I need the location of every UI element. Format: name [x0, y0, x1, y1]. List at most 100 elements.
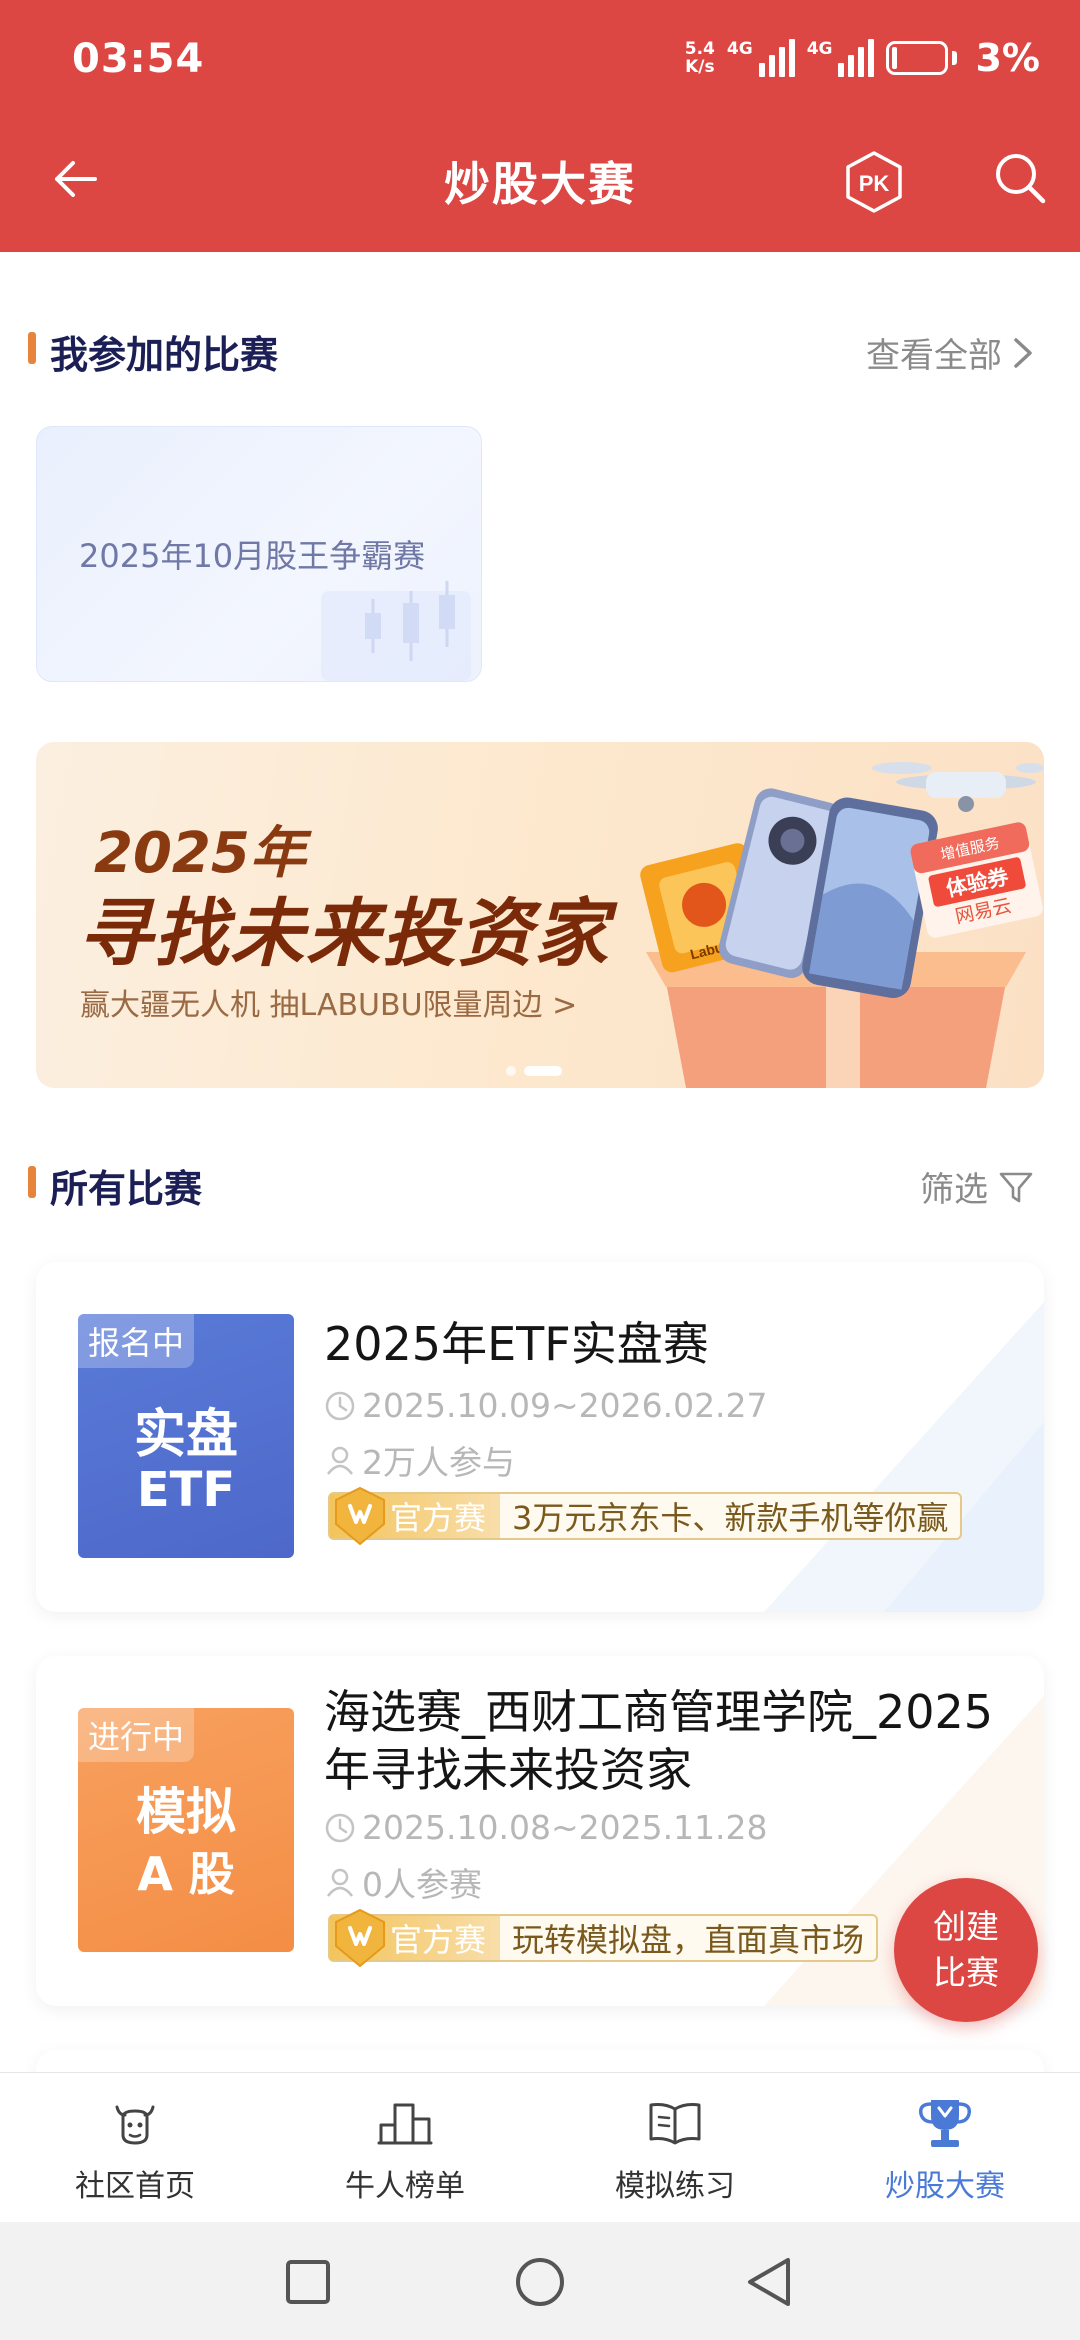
official-label: 官方赛 — [390, 1921, 487, 1959]
thumbnail-line1: 实盘 — [133, 1405, 238, 1465]
banner-subtitle: 赢大疆无人机 抽LABUBU限量周边 > — [80, 988, 578, 1023]
contest-card[interactable]: 实盘 ETF 报名中 2025年ETF实盘赛 2025.10.09~2026.0… — [36, 1262, 1044, 1612]
pk-icon: PK — [846, 151, 902, 213]
promo-text: 3万元京东卡、新款手机等你赢 — [512, 1499, 949, 1537]
tab-label: 牛人榜单 — [345, 2169, 465, 2204]
contest-title-line1: 海选赛_西财工商管理学院_2025 — [324, 1685, 994, 1739]
page-title: 炒股大赛 — [444, 157, 636, 211]
banner-pagination — [506, 1066, 562, 1076]
create-contest-line1: 创建 — [933, 1907, 999, 1946]
thumbnail-line2: A 股 — [137, 1847, 235, 1901]
status-time: 03:54 — [72, 36, 205, 82]
official-badge: 官方赛 — [330, 1908, 501, 1968]
filter-label: 筛选 — [920, 1170, 988, 1210]
recents-button[interactable] — [280, 2254, 336, 2310]
filter-button[interactable]: 筛选 — [920, 1162, 1034, 1211]
system-back-button[interactable] — [742, 2254, 798, 2310]
all-contests-title: 所有比赛 — [50, 1167, 203, 1211]
cow-icon — [107, 2095, 163, 2151]
candlestick-icon — [321, 581, 471, 681]
tab-simulation[interactable]: 模拟练习 — [540, 2073, 810, 2223]
contest-thumbnail: 模拟 A 股 进行中 — [78, 1708, 294, 1952]
bottom-tab-bar: 社区首页 牛人榜单 模拟练习 炒股大赛 — [0, 2072, 1080, 2222]
participants-text: 2万人参与 — [362, 1443, 515, 1482]
network-speed: 5.4 K/s — [685, 40, 715, 76]
promo-text: 玩转模拟盘，直面真市场 — [512, 1921, 865, 1959]
book-icon — [647, 2095, 703, 2151]
search-icon — [996, 154, 1046, 204]
pagination-dot-active — [524, 1066, 562, 1076]
contest-dates: 2025.10.08~2025.11.28 — [324, 1808, 768, 1847]
system-navigation-bar — [0, 2222, 1080, 2340]
podium-icon — [377, 2095, 433, 2151]
signal-2-label: 4G — [806, 39, 833, 59]
promo-banner[interactable]: 2025年 寻找未来投资家 赢大疆无人机 抽LABUBU限量周边 > Labub… — [36, 742, 1044, 1088]
pagination-dot — [506, 1066, 516, 1076]
trophy-icon — [917, 2095, 973, 2151]
tab-leaderboard[interactable]: 牛人榜单 — [270, 2073, 540, 2223]
tab-label: 炒股大赛 — [885, 2169, 1005, 2204]
tab-label: 社区首页 — [75, 2169, 195, 2204]
triangle-back-icon — [748, 2258, 790, 2306]
signal-2-icon: 4G — [807, 39, 875, 77]
view-all-link[interactable]: 查看全部 — [866, 328, 1034, 377]
thumbnail-line2: ETF — [136, 1462, 236, 1518]
my-contests-title: 我参加的比赛 — [50, 333, 279, 377]
app-screen: 03:54 5.4 K/s 4G 4G 3% 炒股大赛 PK 我参加的比赛 查看… — [0, 0, 1080, 2340]
clock-icon — [325, 1813, 355, 1842]
battery-level: 3% — [975, 36, 1040, 80]
section-accent-bar — [28, 1166, 36, 1198]
header: 03:54 5.4 K/s 4G 4G 3% 炒股大赛 PK — [0, 0, 1080, 252]
contest-title-line2: 年寻找未来投资家 — [324, 1743, 692, 1797]
circle-icon — [516, 2258, 564, 2306]
participants-text: 0人参赛 — [362, 1865, 482, 1904]
official-promo: 官方赛 3万元京东卡、新款手机等你赢 — [328, 1486, 963, 1546]
create-contest-button[interactable]: 创建 比赛 — [894, 1878, 1038, 2022]
square-icon — [286, 2260, 330, 2304]
contest-card[interactable]: 模拟 A 股 进行中 海选赛_西财工商管理学院_2025 年寻找未来投资家 20… — [36, 1656, 1044, 2006]
status-bar: 03:54 5.4 K/s 4G 4G 3% — [0, 0, 1080, 120]
view-all-label: 查看全部 — [866, 336, 1002, 376]
contest-title: 2025年ETF实盘赛 — [324, 1317, 709, 1371]
create-contest-line2: 比赛 — [933, 1953, 999, 1992]
person-icon — [327, 1868, 353, 1897]
shield-icon — [335, 1908, 385, 1968]
clock-icon — [325, 1391, 355, 1420]
signal-1-icon: 4G — [727, 39, 795, 77]
network-speed-unit: K/s — [685, 57, 715, 77]
shield-icon — [335, 1486, 385, 1546]
contest-participants: 2万人参与 — [324, 1436, 515, 1484]
official-label: 官方赛 — [390, 1499, 487, 1537]
my-contest-card[interactable]: 2025年10月股王争霸赛 — [36, 426, 482, 682]
dates-text: 2025.10.09~2026.02.27 — [362, 1386, 768, 1425]
dates-text: 2025.10.08~2025.11.28 — [362, 1808, 768, 1847]
home-button[interactable] — [512, 2254, 568, 2310]
tab-stock-contest[interactable]: 炒股大赛 — [810, 2073, 1080, 2223]
filter-icon — [999, 1172, 1033, 1202]
battery-icon — [886, 41, 958, 75]
nav-bar: 炒股大赛 PK — [0, 120, 1080, 252]
contest-dates: 2025.10.09~2026.02.27 — [324, 1386, 768, 1425]
pk-label: PK — [859, 171, 890, 196]
banner-headline: 寻找未来投资家 — [78, 891, 610, 977]
status-badge: 报名中 — [78, 1314, 195, 1368]
tab-label: 模拟练习 — [615, 2169, 735, 2204]
card-background-decoration — [764, 1302, 1044, 1612]
official-promo: 官方赛 玩转模拟盘，直面真市场 — [328, 1908, 879, 1968]
contest-thumbnail: 实盘 ETF 报名中 — [78, 1314, 294, 1558]
status-badge: 进行中 — [78, 1708, 195, 1762]
search-button[interactable] — [988, 146, 1052, 210]
official-badge: 官方赛 — [330, 1486, 501, 1546]
tab-community-home[interactable]: 社区首页 — [0, 2073, 270, 2223]
network-speed-value: 5.4 — [684, 39, 715, 59]
thumbnail-line1: 模拟 — [136, 1783, 236, 1841]
all-contests-header: 所有比赛 筛选 — [0, 1152, 1080, 1212]
person-icon — [327, 1446, 353, 1475]
pk-button[interactable]: PK — [842, 150, 906, 214]
contest-participants: 0人参赛 — [324, 1858, 482, 1906]
status-indicators: 5.4 K/s 4G 4G 3% — [685, 34, 1040, 82]
my-contests-header: 我参加的比赛 查看全部 — [0, 318, 1080, 378]
chevron-right-icon — [1014, 337, 1032, 368]
section-accent-bar — [28, 332, 36, 364]
signal-1-label: 4G — [726, 39, 753, 59]
